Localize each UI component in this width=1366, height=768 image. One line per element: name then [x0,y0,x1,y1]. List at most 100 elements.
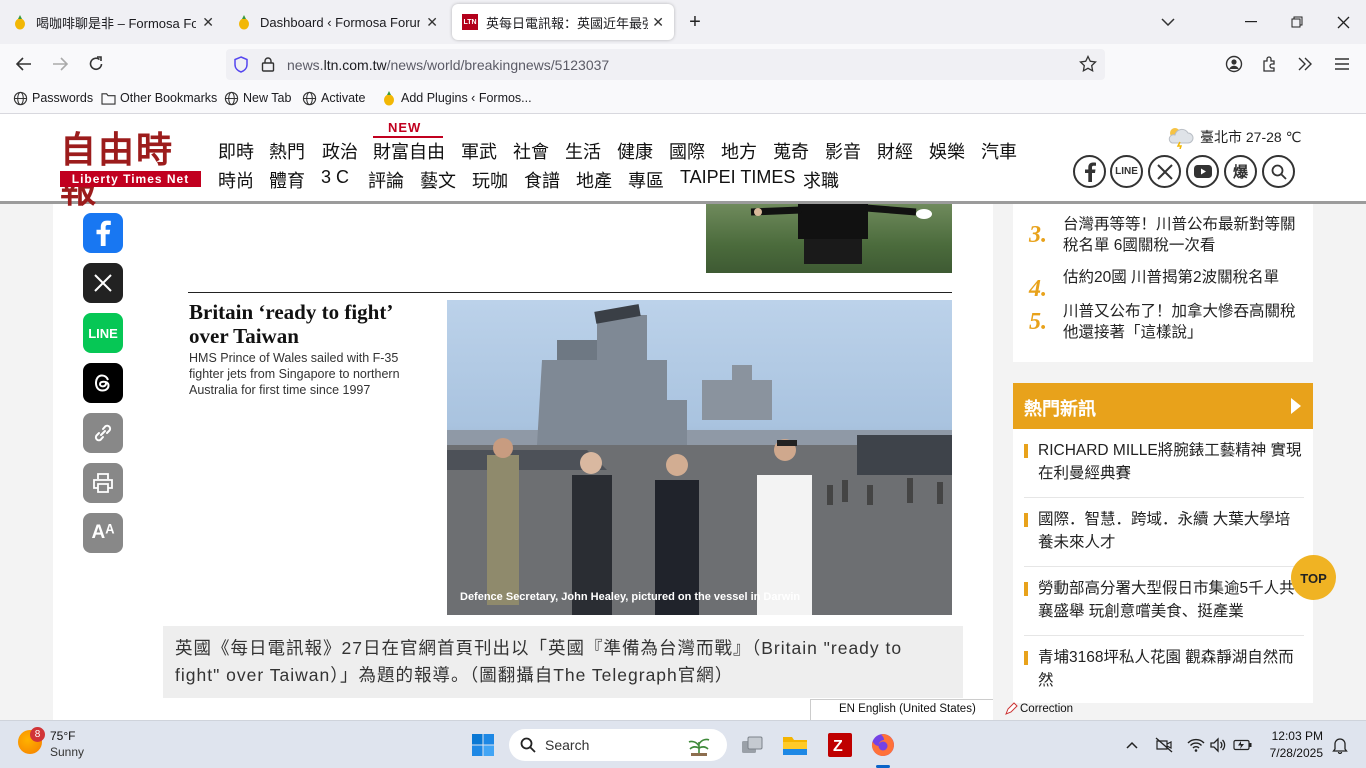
extensions-icon[interactable] [1256,50,1284,78]
tab-list-chevron-icon[interactable] [1154,8,1182,36]
youtube-icon[interactable] [1186,155,1219,188]
lock-icon[interactable] [261,56,275,72]
account-icon[interactable] [1220,50,1248,78]
close-window-icon[interactable] [1329,8,1357,36]
nav-link[interactable]: 專區 [628,167,664,193]
bookmark-passwords[interactable]: Passwords [12,90,93,106]
filezilla-icon[interactable]: Z [824,729,856,761]
share-threads-button[interactable] [83,363,123,403]
meet-now-muted-icon[interactable] [1148,729,1180,761]
hot-news-item[interactable]: 勞動部高分署大型假日市集逾5千人共襄盛舉 玩創意嚐美食、挺產業 [1024,577,1304,636]
x-icon[interactable] [1148,155,1181,188]
notification-bell-icon[interactable] [1324,729,1356,761]
nav-link[interactable]: 財富自由 [373,138,445,164]
article-headline[interactable]: Britain ‘ready to fight’ over Taiwan [189,300,419,348]
nav-link[interactable]: 即時 [218,138,254,164]
back-arrow-icon[interactable] [10,50,38,78]
hot-news-item[interactable]: 青埔3168坪私人花園 觀森靜湖自然而然 [1024,646,1304,696]
nav-link[interactable]: 藝文 [420,167,456,193]
nav-link[interactable]: 體育 [269,167,305,193]
play-arrow-icon[interactable] [1291,398,1301,414]
nav-link[interactable]: 財經 [877,138,913,164]
share-line-button[interactable]: LINE [83,313,123,353]
rank-headline[interactable]: 台灣再等等！川普公布最新對等關稅名單 6國關稅一次看 [1063,214,1299,256]
tab-formosa-forum[interactable]: 喝咖啡聊是非 – Formosa Forum ✕ [2,4,224,40]
address-bar[interactable]: news.ltn.com.tw/news/world/breakingnews/… [226,49,1105,80]
nav-link[interactable]: 地方 [721,138,757,164]
language-indicator[interactable]: EN English (United States) [839,703,976,715]
close-tab-icon[interactable]: ✕ [198,14,214,31]
nav-link[interactable]: 地產 [576,167,612,193]
clock-time[interactable]: 12:03 PM [1268,729,1323,743]
tray-chevron-up-icon[interactable] [1116,729,1148,761]
file-explorer-icon[interactable] [779,729,811,761]
hot-news-header[interactable]: 熱門新訊 [1013,383,1313,429]
nav-link[interactable]: 政治 [322,138,358,164]
font-size-button[interactable]: Aᴬ [83,513,123,553]
header-weather[interactable]: 臺北市 27-28 ℃ [1164,125,1301,149]
nav-link[interactable]: 社會 [513,138,549,164]
url-text[interactable]: news.ltn.com.tw/news/world/breakingnews/… [287,57,609,73]
nav-link[interactable]: 3 C [321,167,349,188]
nav-link[interactable]: 蒐奇 [773,138,809,164]
nav-link[interactable]: 生活 [565,138,601,164]
nav-link[interactable]: 熱門 [269,138,305,164]
weather-text: 臺北市 27-28 ℃ [1200,129,1302,145]
bookmark-add-plugins[interactable]: Add Plugins ‹ Formos... [381,90,532,106]
close-tab-icon[interactable]: ✕ [422,14,438,31]
firefox-icon[interactable] [867,729,899,761]
rank-headline[interactable]: 川普又公布了！加拿大慘吞高關稅 他還接著「這樣說」 [1063,301,1299,343]
print-button[interactable] [83,463,123,503]
battery-icon[interactable] [1227,729,1259,761]
facebook-icon[interactable] [1073,155,1106,188]
bookmark-new-tab[interactable]: New Tab [223,90,291,106]
ltn-logo[interactable]: 自由時報 Liberty Times Net [60,130,202,210]
hot-news-item[interactable]: RICHARD MILLE將腕錶工藝精神 實現在利曼經典賽 [1024,439,1304,498]
task-view-icon[interactable] [736,729,768,761]
reload-icon[interactable] [82,50,110,78]
shield-icon[interactable] [233,56,249,73]
tab-ltn-article[interactable]: LTN 英每日電訊報：英國近年最強硬 ✕ [452,4,674,40]
nav-link[interactable]: 求職 [803,167,839,193]
bookmark-activate[interactable]: Activate [301,90,365,106]
line-icon[interactable]: LINE [1110,155,1143,188]
nav-link[interactable]: 時尚 [218,167,254,193]
forward-arrow-icon[interactable] [46,50,74,78]
hot-news-item[interactable]: 國際．智慧．跨域．永續 大葉大學培養未來人才 [1024,508,1304,567]
rank-number: 4. [1029,276,1047,302]
taskbar-search[interactable]: Search [509,729,727,761]
copy-link-button[interactable] [83,413,123,453]
bao-icon[interactable]: 爆 [1224,155,1257,188]
minimize-icon[interactable] [1237,8,1265,36]
share-facebook-button[interactable] [83,213,123,253]
nav-link[interactable]: 娛樂 [929,138,965,164]
search-icon[interactable] [1262,155,1295,188]
weather-temperature[interactable]: 75°F [50,729,75,743]
windows-start-icon[interactable] [467,729,499,761]
url-prefix: news. [287,57,324,73]
nav-link[interactable]: 影音 [825,138,861,164]
nav-link[interactable]: 汽車 [981,138,1017,164]
more-tools-chevron-icon[interactable] [1291,50,1319,78]
nav-link[interactable]: TAIPEI TIMES [680,167,795,188]
close-tab-icon[interactable]: ✕ [648,14,664,31]
nav-link[interactable]: 國際 [669,138,705,164]
nav-link[interactable]: 食譜 [524,167,560,193]
nav-link[interactable]: 評論 [368,167,404,193]
tab-dashboard[interactable]: Dashboard ‹ Formosa Forum — ✕ [226,4,448,40]
new-tab-icon[interactable]: + [681,8,709,36]
share-x-button[interactable] [83,263,123,303]
menu-hamburger-icon[interactable] [1328,50,1356,78]
nav-link[interactable]: 軍武 [461,138,497,164]
nav-link[interactable]: 玩咖 [472,167,508,193]
correction-button[interactable]: Correction [1020,703,1073,715]
clock-date[interactable]: 7/28/2025 [1262,746,1323,760]
bookmark-star-icon[interactable] [1079,55,1097,73]
weather-description[interactable]: Sunny [50,745,84,759]
rank-headline[interactable]: 估約20國 川普揭第2波關稅名單 [1063,267,1299,288]
nav-link[interactable]: 健康 [617,138,653,164]
bookmark-other[interactable]: Other Bookmarks [100,90,217,106]
restore-icon[interactable] [1283,8,1311,36]
back-to-top-button[interactable]: TOP [1291,555,1336,600]
new-badge: NEW [388,120,422,135]
